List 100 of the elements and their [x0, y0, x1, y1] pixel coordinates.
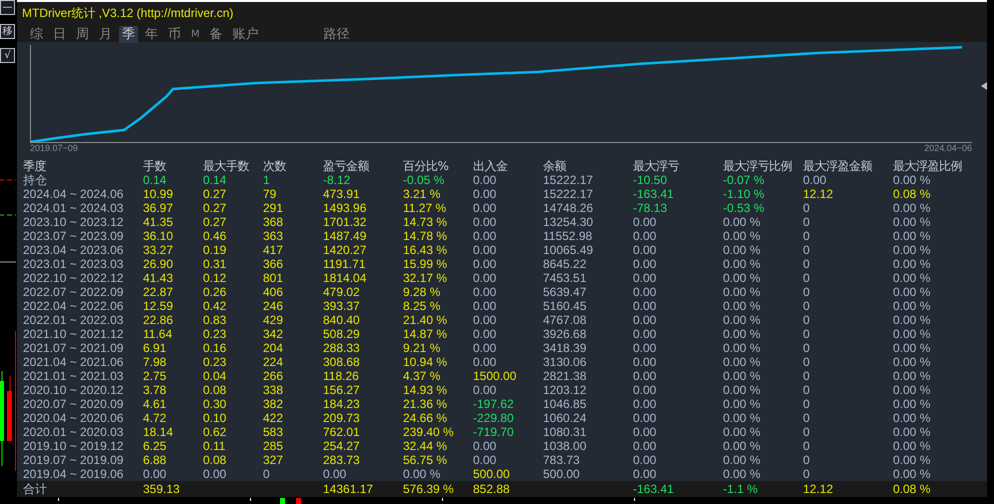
- table-cell-text: 0.00 %: [723, 243, 762, 257]
- table-cell-text: 合计: [23, 482, 48, 496]
- table-cell-text: 0: [803, 285, 811, 299]
- table-cell-text: 0.00 %: [723, 453, 762, 467]
- table-cell-text: 0: [803, 257, 811, 271]
- table-cell-text: 12.12: [803, 482, 834, 496]
- table-cell-text: 0.00 %: [723, 397, 762, 411]
- table-cell-text: 0.00 %: [723, 271, 762, 285]
- table-cell-text: 283.73: [323, 453, 361, 467]
- table-cell-text: -163.41: [633, 482, 675, 496]
- tab[interactable]: 综: [27, 26, 46, 43]
- table-cell-text: 0: [803, 425, 811, 439]
- table-cell-text: 2024.04 ~ 2024.06: [23, 187, 124, 201]
- column-header: 手数: [143, 159, 167, 173]
- tab[interactable]: M: [188, 26, 203, 43]
- table-cell-text: -163.41: [633, 187, 675, 201]
- table-cell-text: 852.88: [473, 482, 511, 496]
- side-button[interactable]: —: [0, 0, 15, 15]
- table-cell-text: 0.00: [633, 243, 658, 257]
- table-cell-text: 15222.17: [543, 173, 594, 187]
- table-cell-text: 783.73: [543, 453, 581, 467]
- table-cell-text: 0: [803, 229, 811, 243]
- table-cell-text: 0.00 %: [723, 215, 762, 229]
- table-cell-text: 508.29: [323, 327, 361, 341]
- table-cell-text: -10.50: [633, 173, 668, 187]
- table-cell-text: 801: [263, 271, 284, 285]
- tab[interactable]: 月: [96, 26, 115, 43]
- table-cell-text: 0.00 %: [893, 355, 932, 369]
- table-cell-text: 359.13: [143, 482, 181, 496]
- tab[interactable]: 账户: [230, 26, 262, 43]
- table-cell-text: 21.36 %: [403, 397, 448, 411]
- table-cell-text: 0.00 %: [893, 341, 932, 355]
- table-cell-text: 6.25: [143, 439, 168, 453]
- tab[interactable]: 日: [50, 26, 69, 43]
- tab[interactable]: 季: [119, 26, 138, 43]
- table-cell-text: 156.27: [323, 383, 361, 397]
- table-cell-text: 10.94 %: [403, 355, 448, 369]
- table-cell-text: 288.33: [323, 341, 361, 355]
- table-cell-text: 0.00: [473, 355, 498, 369]
- side-button[interactable]: √: [0, 48, 15, 63]
- table-cell-text: 338: [263, 383, 284, 397]
- table-cell-text: 0.00: [473, 201, 498, 215]
- column-header: 最大浮盈比例: [893, 159, 963, 173]
- window-title: MTDriver统计 ,V3.12 (http://mtdriver.cn): [21, 5, 234, 19]
- table-cell-text: 15222.17: [543, 187, 594, 201]
- table-cell-text: 840.40: [323, 313, 361, 327]
- table-cell-text: 0.00 %: [893, 285, 932, 299]
- table-cell-text: 0.00: [143, 467, 168, 481]
- table-cell-text: 0.00 %: [893, 369, 932, 383]
- table-cell-text: 2020.07 ~ 2020.09: [23, 397, 124, 411]
- table-cell-text: 8645.22: [543, 257, 588, 271]
- tab[interactable]: 币: [165, 26, 184, 43]
- table-cell-text: 0: [803, 215, 811, 229]
- table-cell-text: 0.00: [633, 229, 658, 243]
- table-cell-text: 10065.49: [543, 243, 594, 257]
- column-header: 次数: [263, 159, 287, 173]
- tab[interactable]: 备: [206, 26, 226, 43]
- scroll-arrow-icon[interactable]: [981, 82, 987, 90]
- table-cell-text: 0.46: [203, 229, 228, 243]
- table-cell-text: 2022.04 ~ 2022.06: [23, 299, 124, 313]
- table-cell-text: 14.78 %: [403, 229, 448, 243]
- table-cell-text: 239.40 %: [403, 425, 455, 439]
- table-cell-text: 2023.10 ~ 2023.12: [23, 215, 124, 229]
- table-cell-text: 342: [263, 327, 284, 341]
- table-cell-text: 0.00: [633, 369, 658, 383]
- table-cell-text: 1701.32: [323, 215, 368, 229]
- table-cell-text: 327: [263, 453, 284, 467]
- table-cell-text: 1814.04: [323, 271, 368, 285]
- table-cell-text: 422: [263, 411, 284, 425]
- table-cell-text: 0.00: [473, 243, 498, 257]
- table-cell-text: 0.00: [473, 341, 498, 355]
- table-cell-text: 0: [803, 453, 811, 467]
- table-cell-text: 12.12: [803, 187, 834, 201]
- table-cell-text: 0.00 %: [723, 425, 762, 439]
- table-cell-text: 79: [263, 187, 278, 201]
- table-cell-text: 2821.38: [543, 369, 588, 383]
- table-cell-text: 576.39 %: [403, 482, 455, 496]
- table-cell-text: 0.00: [473, 299, 498, 313]
- table-cell-text: 406: [263, 285, 284, 299]
- table-cell-text: 2021.01 ~ 2021.03: [23, 369, 124, 383]
- column-header: 最大浮亏比例: [723, 159, 793, 173]
- table-cell-text: 500.00: [473, 467, 511, 481]
- table-cell-text: 36.10: [143, 229, 174, 243]
- tab[interactable]: 周: [73, 26, 92, 43]
- table-cell-text: -0.53 %: [723, 201, 766, 215]
- table-cell-text: 0.00 %: [723, 369, 762, 383]
- table-cell-text: -197.62: [473, 397, 515, 411]
- table-cell-text: 0.00: [473, 173, 498, 187]
- table-cell-text: 0.11: [203, 439, 226, 453]
- side-button[interactable]: 移: [0, 24, 15, 39]
- table-cell-text: 4.37 %: [403, 369, 442, 383]
- table-cell-text: 0.00: [633, 271, 658, 285]
- table-cell-text: 持仓: [23, 173, 48, 187]
- tab[interactable]: 路径: [320, 26, 353, 43]
- tab[interactable]: 年: [142, 26, 161, 43]
- table-cell-text: 1046.85: [543, 397, 588, 411]
- table-cell-text: 33.27: [143, 243, 174, 257]
- table-cell-text: 24.66 %: [403, 411, 448, 425]
- table-cell-text: 0.08 %: [893, 482, 932, 496]
- table-cell-text: 0.00 %: [893, 467, 932, 481]
